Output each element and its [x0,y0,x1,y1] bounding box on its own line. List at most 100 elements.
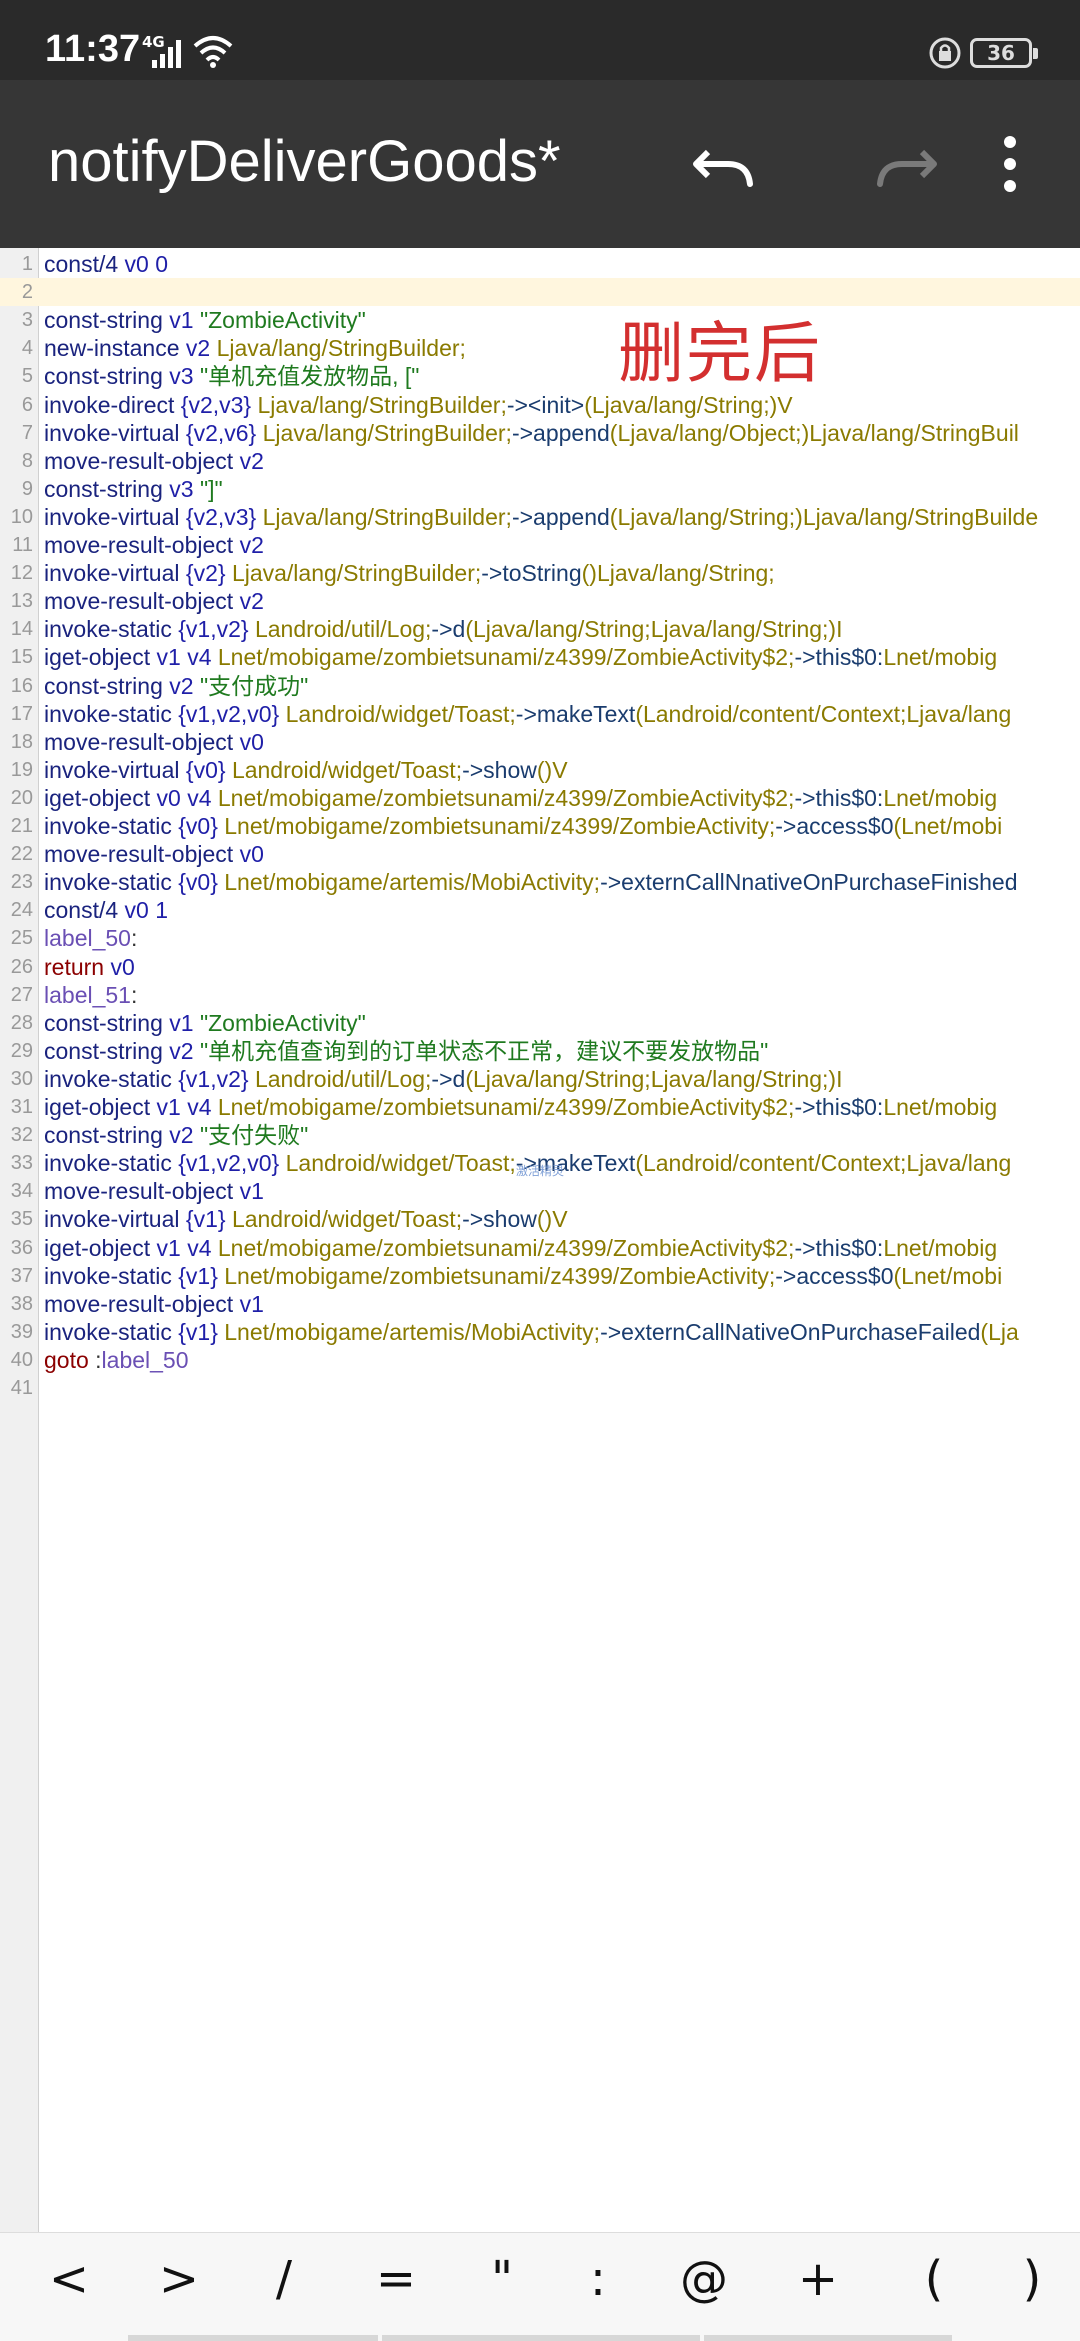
code-line[interactable]: 6 invoke-direct {v2,v3} Ljava/lang/String… [0,391,1080,419]
code-token: ->makeText [515,700,636,727]
code-line[interactable]: 31 iget-object v1 v4 Lnet/mobigame/zombie… [0,1093,1080,1121]
code-token: v1 [233,1178,264,1205]
code-line[interactable]: 30 invoke-static {v1,v2} Landroid/util/Lo… [0,1065,1080,1093]
code-line[interactable]: 22 move-result-object v0 [0,840,1080,868]
symbol-key[interactable]: = [356,2251,436,2307]
code-line[interactable]: 2 [0,278,1080,307]
line-number: 15 [10,646,33,669]
code-token: Lnet/mobig [883,1234,998,1261]
code-line[interactable]: 41 [0,1374,1080,1402]
line-number: 30 [10,1067,33,1090]
code-line[interactable]: 17 invoke-static {v1,v2,v0} Landroid/widg… [0,700,1080,728]
undo-icon[interactable] [688,134,758,194]
code-token: ->access$0 [775,813,894,839]
code-line[interactable]: 8 move-result-object v2 [0,447,1080,475]
symbol-key[interactable]: @ [664,2251,744,2307]
code-line[interactable]: 40 goto :label_50 [0,1346,1080,1374]
code-text: const-string v2 "支付失败" [44,1121,308,1149]
code-token: v0 [233,728,264,755]
line-number: 39 [10,1320,33,1343]
symbol-key[interactable]: / [244,2251,324,2307]
code-token: move-result-object [44,1290,234,1317]
line-number: 29 [10,1039,33,1062]
code-line[interactable]: 1 const/4 v0 0 [0,250,1080,278]
symbol-key[interactable]: ) [992,2251,1072,2307]
code-line[interactable]: 4 new-instance v2 Ljava/lang/StringBuilde… [0,334,1080,362]
code-token: ->show [462,756,537,783]
code-token: Lnet/mobig [883,644,998,671]
line-number: 21 [10,815,33,837]
symbol-bar: < > / = ": @ + () [0,2232,1080,2341]
code-line[interactable]: 15 iget-object v1 v4 Lnet/mobigame/zombie… [0,643,1080,671]
symbol-key[interactable]: < [29,2251,109,2307]
code-token: ->toString [481,560,582,587]
code-line[interactable]: 39 invoke-static {v1} Lnet/mobigame/artem… [0,1318,1080,1346]
code-token: Landroid/util/Log; [254,1065,432,1092]
code-line[interactable]: 28 const-string v1 "ZombieActivity" [0,1009,1080,1037]
code-line[interactable]: 27 label_51: [0,981,1080,1009]
code-token: Lnet/mobigame/zombietsunami/z4399/Zombie… [224,813,776,839]
code-line[interactable]: 21 invoke-static {v0} Lnet/mobigame/zombi… [0,812,1080,840]
code-line[interactable]: 32 const-string v2 "支付失败" [0,1121,1080,1149]
code-token: "支付成功" [199,672,309,699]
code-text: invoke-static {v0} Lnet/mobigame/artemis… [44,868,1017,896]
code-line[interactable]: 38 move-result-object v1 [0,1290,1080,1318]
symbol-key[interactable]: ( [894,2251,974,2307]
code-line[interactable]: 36 iget-object v1 v4 Lnet/mobigame/zombie… [0,1234,1080,1262]
symbol-key[interactable]: + [778,2251,858,2307]
line-number: 6 [21,393,33,416]
code-text: invoke-static {v1,v2} Landroid/util/Log;… [44,1065,842,1093]
code-token: v2 [162,1037,200,1064]
code-text: const-string v1 "ZombieActivity" [44,306,366,334]
code-line[interactable]: 10 invoke-virtual {v2,v3} Ljava/lang/Stri… [0,503,1080,531]
code-text: move-result-object v1 [44,1177,264,1205]
code-line[interactable]: 18 move-result-object v0 [0,728,1080,756]
line-number: 3 [21,309,33,332]
line-number: 4 [21,337,33,360]
code-text: const-string v3 "]" [44,475,223,503]
code-line[interactable]: 19 invoke-virtual {v0} Landroid/widget/To… [0,756,1080,784]
code-token: const-string [44,307,163,334]
code-line[interactable]: 9 const-string v3 "]" [0,475,1080,503]
symbol-key[interactable]: > [139,2251,219,2307]
code-line[interactable]: 23 invoke-static {v0} Lnet/mobigame/artem… [0,868,1080,896]
code-token: v2 [233,447,264,474]
code-token: label_50 [44,925,131,952]
code-token: invoke-static [44,1150,172,1177]
code-token: ()V [536,1206,568,1233]
line-number: 23 [10,871,33,894]
code-token: {v1,v2,v0} [171,1150,286,1177]
code-token: invoke-virtual [44,560,180,587]
code-token: Landroid/widget/Toast; [231,756,463,783]
rotation-lock-icon [929,37,961,69]
code-line[interactable]: 25 label_50: [0,924,1080,952]
code-token: invoke-static [44,616,172,643]
line-number: 31 [10,1096,33,1118]
code-text: goto :label_50 [44,1346,189,1374]
code-text: invoke-virtual {v2,v3} Ljava/lang/String… [44,503,1038,531]
code-editor[interactable]: 1 const/4 v0 0 2 3 const-string v1 "ZombieAc… [0,248,1080,2233]
symbol-key[interactable]: " [462,2251,542,2307]
code-line[interactable]: 26 return v0 [0,953,1080,981]
code-text: const/4 v0 0 [44,250,168,278]
more-vert-icon[interactable] [1000,134,1020,194]
code-line[interactable]: 12 invoke-virtual {v2} Ljava/lang/StringB… [0,559,1080,587]
code-line[interactable]: 16 const-string v2 "支付成功" [0,672,1080,700]
code-line[interactable]: 24 const/4 v0 1 [0,896,1080,924]
code-line[interactable]: 5 const-string v3 "单机充值发放物品, [" [0,362,1080,390]
code-line[interactable]: 14 invoke-static {v1,v2} Landroid/util/Lo… [0,615,1080,643]
line-number: 41 [10,1377,33,1399]
signal-icon [152,40,181,68]
code-line[interactable]: 20 iget-object v0 v4 Lnet/mobigame/zombie… [0,784,1080,812]
code-line[interactable]: 11 move-result-object v2 [0,531,1080,559]
symbol-key[interactable]: : [558,2251,638,2307]
code-line[interactable]: 13 move-result-object v2 [0,587,1080,615]
code-line[interactable]: 7 invoke-virtual {v2,v6} Ljava/lang/Strin… [0,419,1080,447]
code-line[interactable]: 34 move-result-object v1 [0,1177,1080,1205]
code-line[interactable]: 29 const-string v2 "单机充值查询到的订单状态不正常，建议不要发… [0,1037,1080,1065]
code-line[interactable]: 35 invoke-virtual {v1} Landroid/widget/To… [0,1205,1080,1233]
code-token: Landroid/util/Log; [254,616,432,643]
code-line[interactable]: 3 const-string v1 "ZombieActivity" [0,306,1080,334]
redo-icon[interactable] [872,134,942,194]
code-line[interactable]: 37 invoke-static {v1} Lnet/mobigame/zombi… [0,1262,1080,1290]
